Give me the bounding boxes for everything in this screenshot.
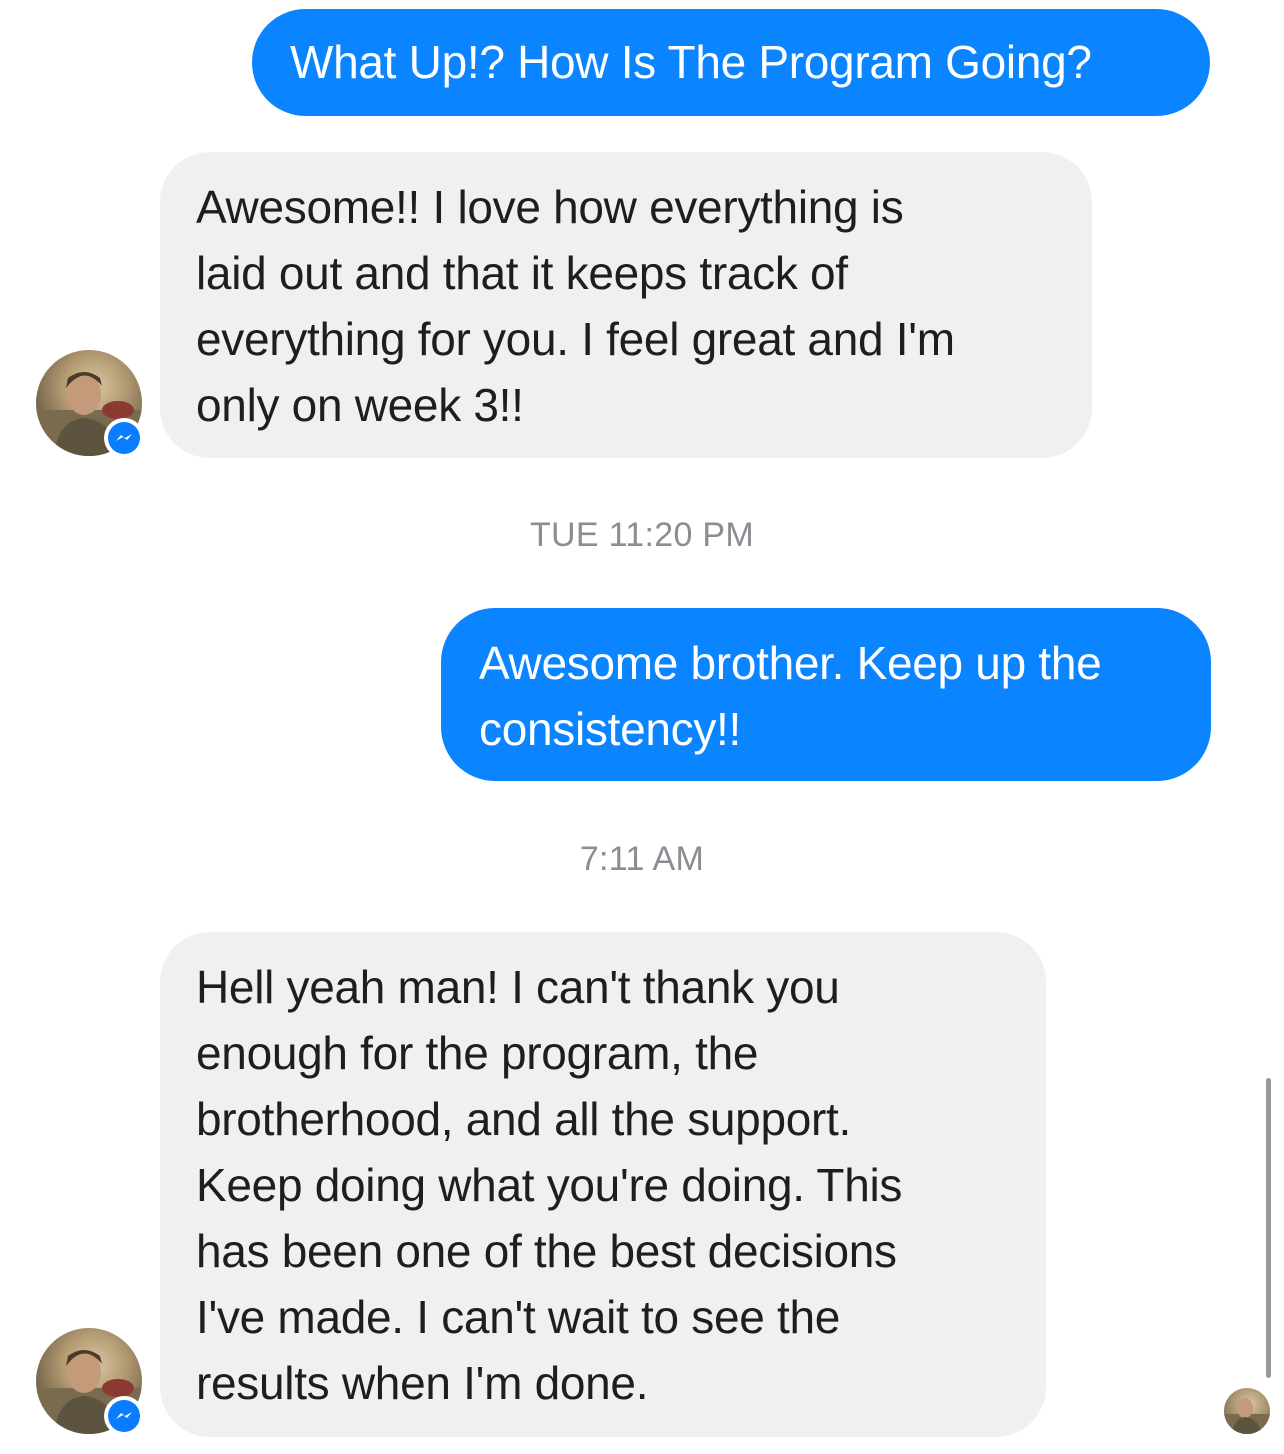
scrollbar[interactable] [1266,1078,1271,1378]
seen-avatar-icon [1224,1388,1270,1434]
outgoing-message[interactable]: What Up!? How Is The Program Going? [252,9,1210,116]
messenger-icon [104,418,144,458]
messenger-icon [104,1396,144,1436]
timestamp: 7:11 AM [579,840,705,878]
incoming-message[interactable]: Hell yeah man! I can't thank you enough … [160,932,1046,1437]
timestamp: TUE 11:20 PM [529,516,755,554]
outgoing-message[interactable]: Awesome brother. Keep up the consistency… [441,608,1211,781]
incoming-message[interactable]: Awesome!! I love how everything is laid … [160,152,1092,458]
